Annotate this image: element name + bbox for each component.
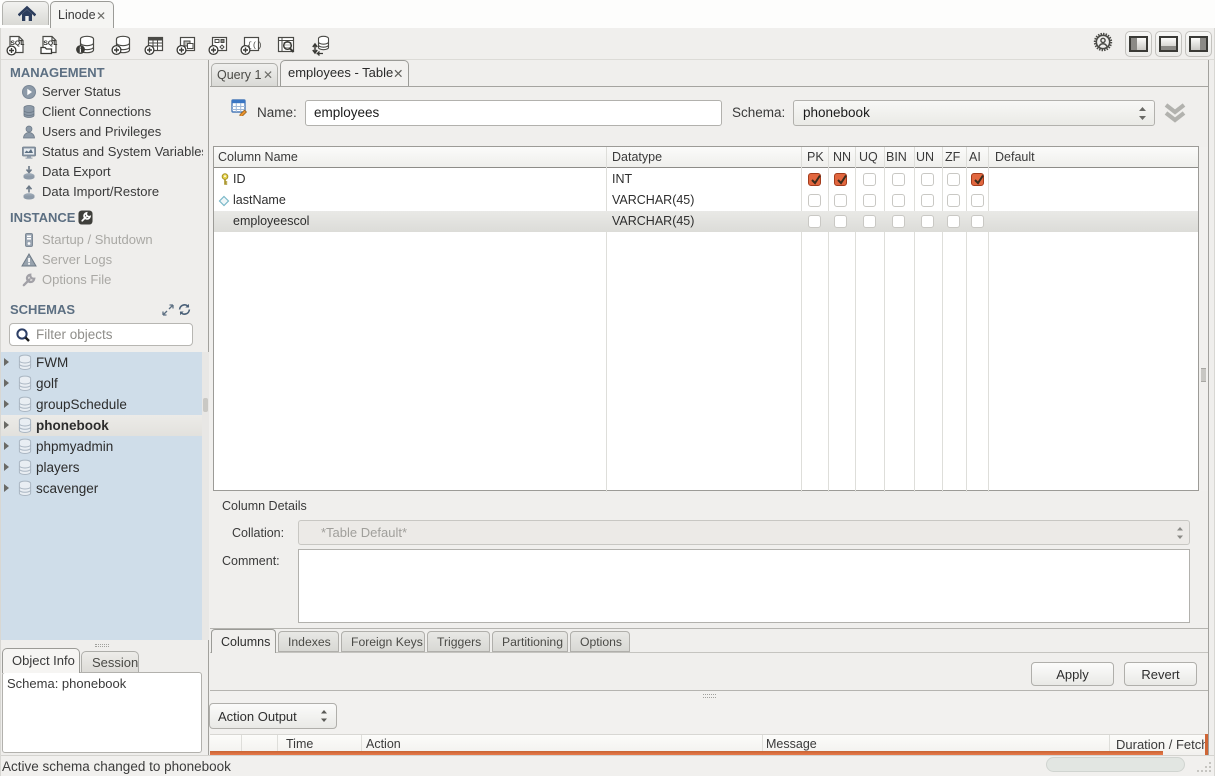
svg-text:SQL: SQL [43, 40, 57, 47]
